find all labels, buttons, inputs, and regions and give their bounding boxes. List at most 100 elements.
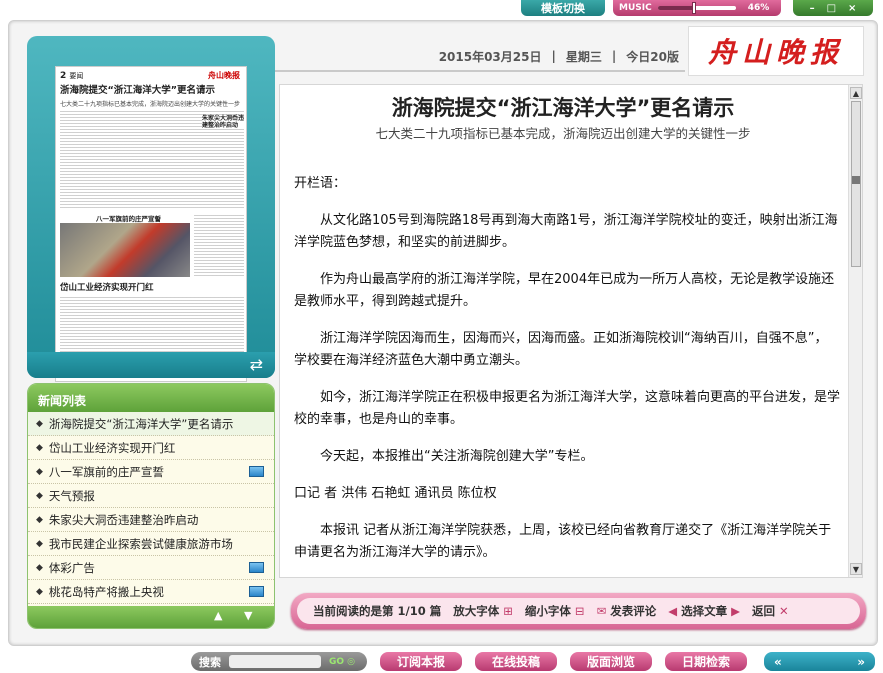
bullet-icon: ◆ [36, 442, 43, 453]
news-list: ◆ 浙海院提交“浙江海洋大学”更名请示 ◆ 岱山工业经济实现开门红 ◆ 八一军旗前的庄严宣… [28, 412, 274, 604]
next-page-icon[interactable]: » [857, 655, 865, 669]
scroll-down-arrow-icon[interactable]: ▼ [850, 563, 862, 575]
zoom-out-button[interactable]: 缩小字体 ⊟ [525, 603, 585, 619]
search-bar: 搜索 GO ◎ [191, 652, 367, 671]
bullet-icon: ◆ [36, 466, 43, 477]
news-list-panel: 新闻列表 ◆ 浙海院提交“浙江海洋大学”更名请示 ◆ 岱山工业经济实现开门红 ◆ 八一军旗… [27, 383, 275, 629]
issue-edition-count: 今日20版 [626, 49, 679, 64]
news-list-item-label: 桃花岛特产将搬上央视 [48, 584, 164, 599]
minimize-icon[interactable]: – [810, 3, 815, 14]
prev-arrow-icon: ◀ [668, 604, 678, 618]
scrollbar-grip [852, 176, 860, 184]
news-list-item[interactable]: ◆ 体彩广告 [28, 556, 274, 580]
news-list-item-label: 浙海院提交“浙江海洋大学”更名请示 [48, 416, 234, 431]
window-controls: – □ × [793, 0, 873, 16]
issue-weekday: 星期三 [565, 49, 602, 64]
next-arrow-icon: ▶ [731, 604, 740, 618]
article-paragraph: 从文化路105号到海院路18号再到海大南路1号，浙江海洋学院校址的变迁，映射出浙… [294, 213, 838, 250]
reading-position: 当前阅读的是第 1/10 篇 [313, 604, 442, 618]
bullet-icon: ◆ [36, 514, 43, 525]
scroll-up-arrow-icon[interactable]: ▲ [850, 87, 862, 99]
page-nav: « » [764, 652, 875, 671]
zoom-in-button[interactable]: 放大字体 ⊞ [453, 603, 513, 619]
template-switch-button[interactable]: 模板切换 [521, 0, 605, 16]
media-icon[interactable] [249, 562, 264, 573]
search-input[interactable] [229, 655, 321, 668]
article-scrollbar[interactable]: ▲ ▼ [848, 85, 862, 577]
thumb-photo[interactable] [60, 223, 190, 277]
music-label: MUSIC [619, 3, 652, 13]
page-thumbnail-panel: 2 要闻 舟山晚报 浙海院提交“浙江海洋大学”更名请示 七大类二十九项指标已基本… [27, 36, 275, 382]
music-volume-text: 46% [747, 3, 770, 13]
news-list-item-label: 天气预报 [48, 488, 95, 503]
news-list-item-label: 我市民建企业探索尝试健康旅游市场 [48, 536, 233, 551]
search-label: 搜索 [199, 655, 221, 669]
news-list-item-label: 体彩广告 [48, 560, 95, 575]
news-list-footer: ▲ ▼ [28, 606, 274, 628]
bullet-icon: ◆ [36, 418, 43, 429]
back-button[interactable]: 返回 ✕ [752, 603, 789, 619]
news-list-item[interactable]: ◆ 八一军旗前的庄严宣誓 [28, 460, 274, 484]
media-icon[interactable] [249, 586, 264, 597]
thumb-page-number: 2 要闻 [60, 71, 84, 81]
close-icon: ✕ [778, 604, 789, 618]
submit-article-button[interactable]: 在线投稿 [475, 652, 557, 671]
bullet-icon: ◆ [36, 538, 43, 549]
thumb-photo-caption[interactable]: 八一军旗前的庄严宣誓 [96, 213, 161, 223]
date-bar: 2015年03月25日 | 星期三 | 今日20版 [275, 42, 685, 72]
article-paragraph: 浙江海洋学院因海而生，因海而兴，因海而盛。正如浙海院校训“海纳百川，自强不息”，… [294, 331, 828, 368]
newspaper-logo: 舟山晚报 [688, 26, 864, 76]
scroll-up-icon[interactable]: ▲ [214, 609, 222, 622]
media-icon[interactable] [249, 466, 264, 477]
article-panel: 浙海院提交“浙江海洋大学”更名请示 七大类二十九项指标已基本完成，浙海院迈出创建… [279, 84, 863, 578]
news-list-item[interactable]: ◆ 天气预报 [28, 484, 274, 508]
news-list-item-label: 岱山工业经济实现开门红 [48, 440, 176, 455]
music-volume-slider[interactable] [657, 2, 736, 14]
envelope-icon: ✉ [596, 604, 607, 618]
select-article-button[interactable]: ◀ 选择文章 ▶ [668, 603, 740, 619]
search-go-button[interactable]: GO ◎ [329, 657, 355, 667]
close-icon[interactable]: × [848, 3, 856, 14]
scroll-down-icon[interactable]: ▼ [244, 609, 252, 622]
page-thumbnail[interactable]: 2 要闻 舟山晚报 浙海院提交“浙江海洋大学”更名请示 七大类二十九项指标已基本… [55, 66, 247, 382]
comment-button[interactable]: ✉ 发表评论 [597, 603, 657, 619]
subscribe-button[interactable]: 订阅本报 [380, 652, 462, 671]
thumb-headline-2[interactable]: 岱山工业经济实现开门红 [60, 281, 244, 293]
thumb-subhead: 七大类二十九项指标已基本完成，浙海院迈出创建大学的关键性一步 [60, 101, 241, 108]
news-list-title: 新闻列表 [28, 384, 274, 412]
article-paragraph: 口记 者 洪伟 石艳虹 通讯员 陈位权 [294, 486, 497, 501]
news-list-item[interactable]: ◆ 浙海院提交“浙江海洋大学”更名请示 [28, 412, 274, 436]
thumb-side-headline[interactable]: 朱家尖大洞岙违建整治昨启动 [202, 115, 244, 129]
news-list-item-label: 八一军旗前的庄严宣誓 [48, 464, 164, 479]
music-volume-knob[interactable] [691, 2, 696, 14]
page-browse-button[interactable]: 版面浏览 [570, 652, 652, 671]
article-paragraph: 作为舟山最高学府的浙江海洋学院，早在2004年已成为一所万人高校，无论是教学设施… [294, 272, 835, 309]
news-list-item-label: 朱家尖大洞岙违建整治昨启动 [48, 512, 199, 527]
article-body: 开栏语： 从文化路105号到海院路18号再到海大南路1号，浙江海洋学院校址的变迁，… [294, 173, 840, 579]
thumb-headline[interactable]: 浙海院提交“浙江海洋大学”更名请示 [60, 85, 244, 97]
issue-date: 2015年03月25日 [438, 49, 542, 64]
article-paragraph: 如今，浙江海洋学院正在积极申报更名为浙江海洋大学，这意味着向更高的平台进发，是学… [294, 390, 841, 427]
article-paragraph: 开栏语： [294, 176, 347, 191]
article-title: 浙海院提交“浙江海洋大学”更名请示 [391, 96, 735, 120]
music-volume-fill [657, 6, 694, 10]
news-list-item[interactable]: ◆ 桃花岛特产将搬上央视 [28, 580, 274, 604]
news-list-item[interactable]: ◆ 岱山工业经济实现开门红 [28, 436, 274, 460]
news-list-item[interactable]: ◆ 朱家尖大洞岙违建整治昨启动 [28, 508, 274, 532]
reader-toolbar: 当前阅读的是第 1/10 篇 放大字体 ⊞ 缩小字体 ⊟ ✉ 发表评论 ◀ 选择… [291, 593, 866, 629]
prev-page-icon[interactable]: « [774, 655, 782, 669]
refresh-icon[interactable]: ⇄ [250, 355, 263, 374]
article-paragraph: 今天起，本报推出“关注浙海院创建大学”专栏。 [320, 449, 594, 464]
date-search-button[interactable]: 日期检索 [665, 652, 747, 671]
article-paragraph: 本报讯 记者从浙江海洋学院获悉，上周，该校已经向省教育厅递交了《浙江海洋学院关于… [294, 523, 832, 560]
music-control: MUSIC 46% [613, 0, 781, 16]
thumb-brand: 舟山晚报 [208, 71, 240, 80]
scrollbar-thumb[interactable] [851, 101, 861, 267]
minus-box-icon: ⊟ [574, 604, 585, 618]
article-subtitle: 七大类二十九项指标已基本完成，浙海院迈出创建大学的关键性一步 [375, 126, 751, 141]
bullet-icon: ◆ [36, 562, 43, 573]
news-list-item[interactable]: ◆ 我市民建企业探索尝试健康旅游市场 [28, 532, 274, 556]
thumb-text-columns-3 [60, 295, 244, 357]
maximize-icon[interactable]: □ [827, 3, 836, 14]
bullet-icon: ◆ [36, 490, 43, 501]
